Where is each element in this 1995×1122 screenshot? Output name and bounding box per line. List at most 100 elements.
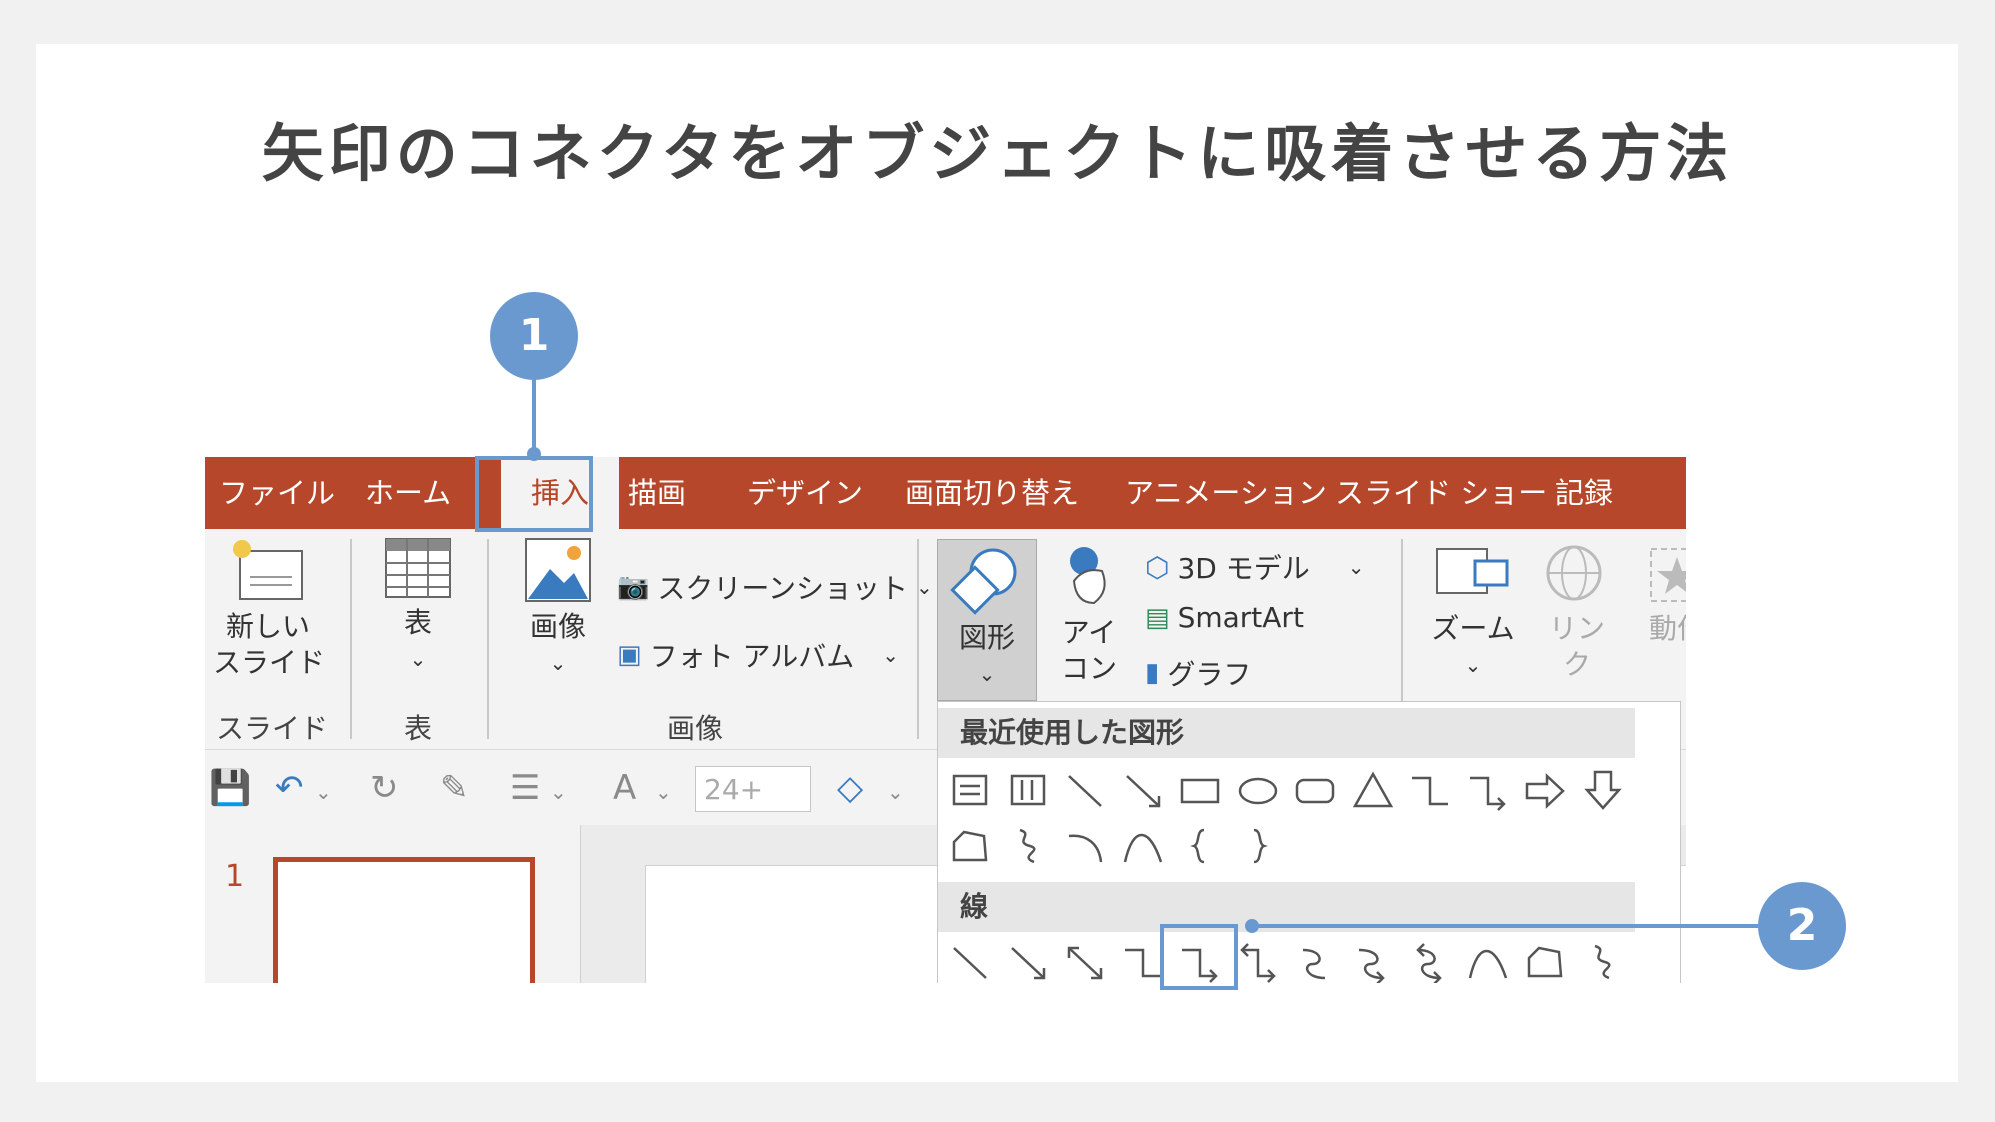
scribble-shape-icon[interactable] — [1579, 938, 1627, 983]
chart-icon: ▮ — [1145, 658, 1160, 688]
tab-draw[interactable]: 描画 — [628, 457, 686, 529]
tab-slideshow[interactable]: スライド ショー — [1335, 457, 1547, 529]
arrow-shape-icon[interactable] — [1119, 766, 1167, 814]
tab-design[interactable]: デザイン — [747, 457, 863, 529]
tab-home[interactable]: ホーム — [365, 457, 451, 529]
link-label: リン ク — [1548, 612, 1605, 681]
shapes-fill-icon[interactable]: ◇ — [837, 768, 863, 808]
elbow-shape-icon[interactable] — [1406, 766, 1454, 814]
chevron-down-icon[interactable]: ⌄ — [550, 780, 567, 804]
shapes-label: 図形 — [958, 621, 1015, 654]
tab-animations[interactable]: アニメーション — [1125, 457, 1327, 529]
chevron-down-icon[interactable]: ⌄ — [315, 780, 332, 804]
action-button[interactable]: 動作 — [1637, 543, 1686, 647]
elbowarrow-shape-icon[interactable] — [1464, 766, 1512, 814]
chevron-down-icon[interactable]: ⌄ — [655, 780, 672, 804]
screenshot-button[interactable]: 📷 スクリーンショット ⌄ — [617, 567, 933, 607]
tri-shape-icon[interactable] — [1349, 766, 1397, 814]
chevron-down-icon: ⌄ — [1464, 653, 1482, 677]
callout-line-1 — [532, 376, 536, 456]
freeform-shape-icon[interactable] — [1521, 938, 1569, 983]
new-slide-label: 新しい スライド — [213, 610, 326, 679]
callout-dot-2 — [1245, 919, 1259, 933]
zoom-label: ズーム — [1431, 612, 1515, 645]
step-badge-2: 2 — [1758, 882, 1846, 970]
rarrow-shape-icon[interactable] — [1521, 766, 1569, 814]
photo-album-button[interactable]: ▣ フォト アルバム ⌄ — [617, 635, 899, 675]
rbrace-shape-icon[interactable] — [1234, 822, 1282, 870]
chevron-down-icon[interactable]: ⌄ — [887, 780, 904, 804]
action-label: 動作 — [1648, 612, 1686, 645]
elbowdbl-shape-icon[interactable] — [1234, 938, 1282, 983]
arc-shape-icon[interactable] — [1061, 822, 1109, 870]
powerpoint-screenshot: ファイル ホーム 挿入 描画 デザイン 画面切り替え アニメーション スライド … — [205, 457, 1686, 983]
bullet-list-icon[interactable]: ☰ — [510, 768, 540, 808]
curveddbl-shape-icon[interactable] — [1406, 938, 1454, 983]
chart-label: グラフ — [1167, 658, 1252, 691]
new-slide-icon — [233, 540, 303, 600]
rrect-shape-icon[interactable] — [1291, 766, 1339, 814]
slide-thumbnail-panel: 1 — [205, 825, 581, 983]
table-button[interactable]: 表 ⌄ — [373, 537, 463, 677]
vtextbox-shape-icon[interactable] — [1004, 766, 1052, 814]
font-color-icon[interactable]: A — [613, 768, 636, 808]
image-icon — [525, 538, 591, 602]
callout-line-2 — [1252, 924, 1758, 928]
freeform-shape-icon[interactable] — [946, 822, 994, 870]
curvedconn-shape-icon[interactable] — [1291, 938, 1339, 983]
undo-icon[interactable]: ↶ — [275, 768, 304, 808]
tab-file[interactable]: ファイル — [219, 457, 335, 529]
curve-shape-icon[interactable] — [1119, 822, 1167, 870]
font-size-input[interactable]: 24+ — [695, 766, 811, 812]
3d-model-button[interactable]: ⬡ 3D モデル ⌄ — [1145, 547, 1365, 587]
shapes-icon — [950, 548, 1017, 615]
line-shape-icon[interactable] — [946, 938, 994, 983]
group-label-slides: スライド — [215, 712, 328, 745]
darrow-shape-icon[interactable] — [1579, 766, 1627, 814]
photo-album-label: フォト アルバム — [649, 640, 855, 673]
recent-shapes-header: 最近使用した図形 — [938, 708, 1635, 758]
dblarrow-shape-icon[interactable] — [1061, 938, 1109, 983]
icons-button[interactable]: アイ コン — [1049, 541, 1129, 687]
chevron-down-icon: ⌄ — [978, 662, 996, 686]
globe-link-icon — [1546, 545, 1602, 601]
rect-shape-icon[interactable] — [1176, 766, 1224, 814]
chart-button[interactable]: ▮ グラフ — [1145, 653, 1251, 693]
image-button[interactable]: 画像 ⌄ — [513, 537, 603, 681]
chevron-down-icon: ⌄ — [409, 647, 427, 671]
smartart-button[interactable]: ▤ SmartArt — [1145, 601, 1304, 634]
screenshot-label: スクリーンショット — [657, 572, 908, 605]
icons-icon — [1070, 547, 1106, 605]
scribble-shape-icon[interactable] — [1004, 822, 1052, 870]
group-label-images: 画像 — [666, 712, 723, 745]
new-slide-button[interactable]: 新しい スライド — [213, 537, 326, 681]
camera-icon: 📷 — [617, 572, 650, 602]
curve-shape-icon[interactable] — [1464, 938, 1512, 983]
format-painter-icon[interactable]: ✎ — [440, 768, 469, 808]
redo-icon[interactable]: ↻ — [370, 768, 399, 808]
zoom-button[interactable]: ズーム ⌄ — [1423, 543, 1523, 683]
ribbon-separator — [917, 539, 919, 739]
star-icon — [1650, 548, 1686, 602]
smartart-label: SmartArt — [1177, 601, 1304, 634]
smartart-icon: ▤ — [1145, 602, 1170, 633]
icons-label: アイ コン — [1060, 616, 1117, 685]
slide-number: 1 — [225, 859, 245, 894]
cube-icon: ⬡ — [1145, 550, 1170, 584]
image-label: 画像 — [529, 610, 586, 643]
table-label: 表 — [403, 606, 432, 639]
oval-shape-icon[interactable] — [1234, 766, 1282, 814]
tab-record[interactable]: 記録 — [1555, 457, 1613, 529]
textbox-shape-icon[interactable] — [946, 766, 994, 814]
link-button[interactable]: リン ク — [1537, 543, 1617, 683]
font-size-value: 24+ — [704, 773, 764, 806]
line-shape-icon[interactable] — [1061, 766, 1109, 814]
save-icon[interactable]: 💾 — [209, 768, 251, 808]
curvedarrow-shape-icon[interactable] — [1349, 938, 1397, 983]
slide-thumbnail[interactable] — [273, 857, 535, 983]
shapes-button[interactable]: 図形 ⌄ — [937, 539, 1037, 701]
chevron-down-icon: ⌄ — [882, 643, 899, 667]
arrow-shape-icon[interactable] — [1004, 938, 1052, 983]
tab-transitions[interactable]: 画面切り替え — [905, 457, 1079, 529]
lbrace-shape-icon[interactable] — [1176, 822, 1224, 870]
